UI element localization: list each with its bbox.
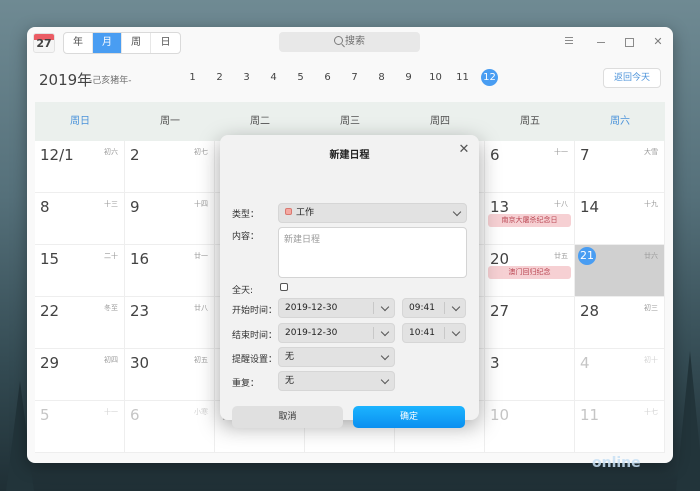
start-label: 开始时间： — [232, 306, 278, 316]
content-input[interactable]: 新建日程 — [278, 227, 467, 278]
repeat-label: 重复： — [232, 379, 260, 389]
chevron-down-icon — [380, 302, 390, 312]
chevron-down-icon — [380, 327, 390, 337]
start-time-value: 09:41 — [409, 303, 435, 313]
chevron-down-icon — [380, 375, 390, 385]
confirm-button[interactable]: 确定 — [353, 406, 465, 428]
end-time-value: 10:41 — [409, 328, 435, 338]
type-select[interactable]: 工作 — [278, 203, 467, 223]
dialog-close-icon[interactable]: ✕ — [457, 143, 471, 157]
cancel-button[interactable]: 取消 — [232, 406, 343, 428]
dialog-title: 新建日程 — [329, 150, 370, 161]
allday-label: 全天: — [232, 286, 254, 296]
start-time-select[interactable]: 09:41 — [402, 298, 466, 318]
type-label: 类型： — [232, 210, 260, 220]
chevron-down-icon — [380, 351, 390, 361]
work-color-swatch — [285, 208, 292, 215]
end-label: 结束时间： — [232, 331, 278, 341]
end-time-select[interactable]: 10:41 — [402, 323, 466, 343]
end-date-select[interactable]: 2019-12-30 — [278, 323, 395, 343]
chevron-down-icon — [451, 302, 461, 312]
repeat-value: 无 — [285, 376, 295, 386]
allday-checkbox[interactable] — [280, 283, 288, 291]
end-date-value: 2019-12-30 — [285, 328, 338, 338]
remind-value: 无 — [285, 352, 295, 362]
chevron-down-icon — [451, 327, 461, 337]
content-label: 内容： — [232, 232, 260, 242]
chevron-down-icon — [452, 207, 462, 217]
new-event-dialog: 新建日程 ✕ 类型： 工作 内容： 新建日程 全天: 开始时间： 2019-12… — [220, 135, 479, 428]
repeat-select[interactable]: 无 — [278, 371, 395, 391]
remind-label: 提醒设置： — [232, 355, 278, 365]
remind-select[interactable]: 无 — [278, 347, 395, 367]
start-date-select[interactable]: 2019-12-30 — [278, 298, 395, 318]
watermark: online — [592, 455, 641, 471]
calendar-window: 27 年 月 周 日 搜索 ✕ 2019年 -己亥猪年- 1 2 3 4 5 6… — [27, 27, 673, 463]
content-placeholder: 新建日程 — [284, 235, 321, 245]
type-value: 工作 — [296, 208, 315, 218]
start-date-value: 2019-12-30 — [285, 303, 338, 313]
